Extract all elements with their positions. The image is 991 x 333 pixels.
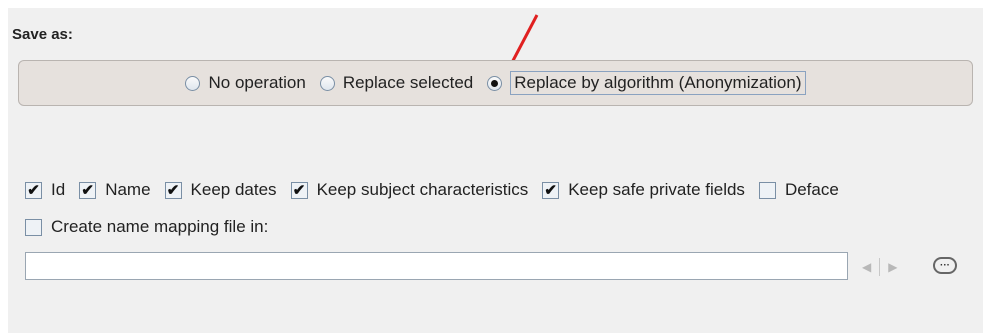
checkbox[interactable]: ✔ [25,181,42,199]
checkbox-label: Keep subject characteristics [316,180,529,199]
checkbox-label: Deface [784,180,839,199]
checkbox-keep-subject-characteristics[interactable]: ✔ Keep subject characteristics [290,180,529,200]
save-as-radio-group: No operation Replace selected Replace by… [18,60,973,106]
checkbox-id[interactable]: ✔ Id [25,180,65,200]
checkbox-keep-safe-private-fields[interactable]: ✔ Keep safe private fields [542,180,745,200]
checkbox-label: Id [51,180,66,199]
radio-button[interactable] [185,75,201,91]
radio-no-operation[interactable]: No operation [185,73,306,93]
checkbox[interactable]: ✔ [79,181,97,199]
radio-replace-selected[interactable]: Replace selected [319,73,474,93]
mapping-path-input[interactable] [25,252,848,280]
checkbox-name[interactable]: ✔ Name [79,180,151,200]
back-arrow-icon[interactable]: ◀ [862,260,871,274]
radio-replace-by-algorithm[interactable]: Replace by algorithm (Anonymization) [487,71,806,95]
nav-separator [879,258,881,276]
save-as-title: Save as: [12,26,73,43]
checkbox[interactable]: ✔ [542,181,560,199]
radio-label: Replace by algorithm (Anonymization) [510,71,806,95]
checkbox-deface[interactable]: Deface [758,180,839,200]
radio-button[interactable] [319,75,335,91]
browse-icon[interactable]: ··· [933,257,957,274]
radio-label: No operation [208,73,306,92]
radio-button-selected[interactable] [487,75,503,91]
checkbox-label: Keep safe private fields [568,180,745,199]
anonymization-options: ✔ Id ✔ Name ✔ Keep dates ✔ Keep subject … [25,180,853,200]
checkbox-label: Create name mapping file in: [51,217,269,236]
checkbox-label: Name [105,180,151,199]
checkbox[interactable]: ✔ [164,181,182,199]
checkbox[interactable]: ✔ [290,181,308,199]
checkbox[interactable] [25,218,42,236]
checkbox-label: Keep dates [190,180,277,199]
checkbox-keep-dates[interactable]: ✔ Keep dates [164,180,277,200]
checkbox[interactable] [758,181,776,199]
radio-label: Replace selected [342,73,474,92]
path-nav: ◀ ▶ [862,258,897,276]
checkbox-create-mapping[interactable]: Create name mapping file in: [25,217,268,237]
forward-arrow-icon[interactable]: ▶ [888,260,897,274]
